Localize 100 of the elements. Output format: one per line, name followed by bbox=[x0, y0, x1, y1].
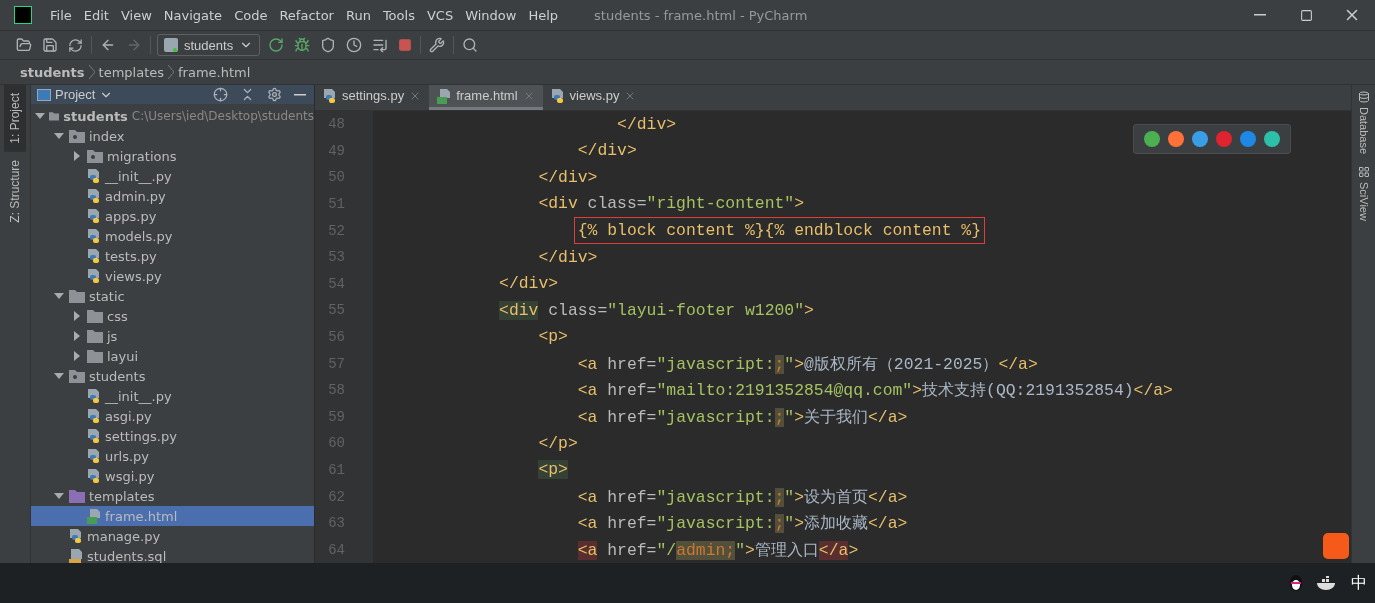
expanded-arrow-icon[interactable] bbox=[54, 371, 64, 381]
collapsed-arrow-icon[interactable] bbox=[72, 351, 82, 361]
collapsed-arrow-icon[interactable] bbox=[72, 331, 82, 341]
menu-item[interactable]: Edit bbox=[77, 7, 115, 23]
tree-row[interactable]: index bbox=[31, 126, 314, 146]
tree-row[interactable]: students bbox=[31, 366, 314, 386]
refresh-icon bbox=[68, 37, 83, 53]
tree-row[interactable]: css bbox=[31, 306, 314, 326]
tree-item-label: frame.html bbox=[105, 508, 178, 524]
browser-icon[interactable] bbox=[1240, 131, 1256, 147]
tree-item-label: __init__.py bbox=[105, 388, 172, 404]
tree-item-label: students bbox=[89, 368, 146, 384]
menu-item[interactable]: Help bbox=[522, 7, 565, 23]
python-file-icon bbox=[550, 87, 565, 104]
chevron-icon bbox=[88, 65, 95, 79]
python-file-icon bbox=[69, 528, 83, 544]
tool-window-tab[interactable]: SciView bbox=[1355, 160, 1372, 228]
tree-row[interactable]: templates bbox=[31, 486, 314, 506]
tree-row[interactable]: wsgi.py bbox=[31, 466, 314, 486]
tree-row[interactable]: urls.py bbox=[31, 446, 314, 466]
menu-item[interactable]: Refactor bbox=[273, 7, 340, 23]
tree-row[interactable]: students C:\Users\ied\Desktop\students bbox=[31, 106, 314, 126]
editor-tab[interactable]: settings.py bbox=[315, 85, 430, 110]
menu-item[interactable]: Window bbox=[459, 7, 523, 23]
tree-row[interactable]: manage.py bbox=[31, 526, 314, 546]
settings-button[interactable] bbox=[265, 85, 284, 104]
code-line: <a href="javascript:;">@版权所有（2021-2025）</a> bbox=[576, 353, 1039, 376]
tree-row[interactable]: students.sql bbox=[31, 546, 314, 566]
tree-row[interactable]: js bbox=[31, 326, 314, 346]
python-file-icon bbox=[323, 87, 337, 104]
browser-icon[interactable] bbox=[1168, 131, 1184, 147]
whale-icon[interactable] bbox=[1317, 576, 1337, 590]
tree-row[interactable]: views.py bbox=[31, 266, 314, 286]
editor-tab[interactable]: frame.html bbox=[429, 85, 543, 110]
python-file-icon bbox=[87, 468, 101, 484]
tree-row[interactable]: asgi.py bbox=[31, 406, 314, 426]
editor-tab[interactable]: views.py bbox=[542, 85, 645, 110]
search-icon bbox=[462, 37, 479, 53]
browser-icon[interactable] bbox=[1264, 131, 1280, 147]
tree-row[interactable]: settings.py bbox=[31, 426, 314, 446]
tree-row[interactable]: apps.py bbox=[31, 206, 314, 226]
expanded-arrow-icon[interactable] bbox=[54, 491, 64, 501]
folder-icon bbox=[87, 349, 103, 363]
folder-icon bbox=[87, 309, 103, 323]
tree-row[interactable]: admin.py bbox=[31, 186, 314, 206]
python-file-icon bbox=[87, 268, 101, 284]
menu-item[interactable]: Navigate bbox=[157, 7, 229, 23]
tool-window-tab[interactable]: 1: Project bbox=[4, 85, 26, 152]
tree-row[interactable]: __init__.py bbox=[31, 386, 314, 406]
tree-row[interactable]: migrations bbox=[31, 146, 314, 166]
tree-row[interactable]: static bbox=[31, 286, 314, 306]
code-line: </div> bbox=[498, 273, 560, 296]
menu-item[interactable]: Tools bbox=[376, 7, 421, 23]
folder-icon bbox=[87, 329, 103, 343]
list-icon bbox=[372, 37, 389, 53]
breadcrumb[interactable]: templates bbox=[98, 64, 164, 80]
folder-icon bbox=[49, 109, 60, 123]
tool-window-tab[interactable]: Database bbox=[1355, 85, 1372, 161]
locate-button[interactable] bbox=[211, 85, 230, 104]
menu-item[interactable]: VCS bbox=[420, 7, 460, 23]
window-icon bbox=[37, 88, 51, 101]
tree-row[interactable]: models.py bbox=[31, 226, 314, 246]
tree-item-label: tests.py bbox=[105, 248, 157, 264]
ime-icon[interactable] bbox=[1323, 533, 1349, 559]
tree-item-label: layui bbox=[107, 348, 139, 364]
stop-icon bbox=[398, 38, 413, 52]
tool-window-tab[interactable]: Z: Structure bbox=[4, 151, 26, 231]
menu-item[interactable]: Run bbox=[339, 7, 377, 23]
collapsed-arrow-icon[interactable] bbox=[72, 311, 82, 321]
tree-row[interactable]: layui bbox=[31, 346, 314, 366]
expanded-arrow-icon[interactable] bbox=[54, 291, 64, 301]
code-line: <a href="/admin;">管理入口</a> bbox=[576, 539, 860, 562]
collapsed-arrow-icon[interactable] bbox=[72, 151, 82, 161]
run-config-dropdown[interactable]: students bbox=[157, 34, 261, 56]
ime-indicator[interactable]: 中 bbox=[1351, 572, 1367, 594]
bug-icon bbox=[294, 37, 311, 53]
save-button[interactable] bbox=[40, 35, 60, 55]
tree-row[interactable]: tests.py bbox=[31, 246, 314, 266]
browser-icon[interactable] bbox=[1192, 131, 1208, 147]
app-logo bbox=[14, 6, 32, 24]
expanded-arrow-icon[interactable] bbox=[35, 111, 45, 121]
tree-item-label: students bbox=[63, 108, 128, 124]
clock-icon bbox=[346, 37, 363, 53]
tree-row[interactable]: __init__.py bbox=[31, 166, 314, 186]
rerun-icon bbox=[268, 37, 285, 53]
menu-item[interactable]: Code bbox=[228, 7, 274, 23]
tree-item-label: settings.py bbox=[105, 428, 177, 444]
django-icon bbox=[164, 38, 178, 52]
breadcrumb[interactable]: frame.html bbox=[178, 64, 251, 80]
menu-item[interactable]: File bbox=[44, 7, 78, 23]
expanded-arrow-icon[interactable] bbox=[54, 131, 64, 141]
breadcrumb[interactable]: students bbox=[20, 64, 85, 80]
menu-item[interactable]: View bbox=[114, 7, 158, 23]
browser-icon[interactable] bbox=[1144, 131, 1160, 147]
tree-item-label: models.py bbox=[105, 228, 173, 244]
hide-button[interactable] bbox=[292, 91, 308, 98]
penguin-icon[interactable] bbox=[1289, 574, 1303, 592]
tree-item-label: wsgi.py bbox=[105, 468, 155, 484]
tree-item-label: templates bbox=[89, 488, 155, 504]
grid-icon bbox=[1357, 166, 1370, 179]
